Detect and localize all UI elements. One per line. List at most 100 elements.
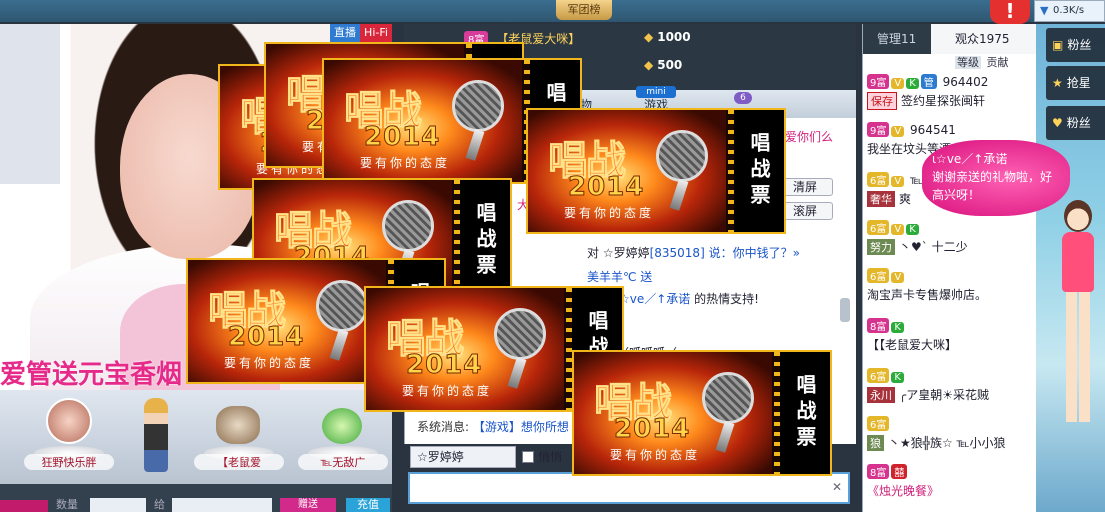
- microphone-icon: [452, 80, 504, 132]
- chat-input[interactable]: ✕: [408, 472, 850, 504]
- gift-category-button[interactable]: [0, 500, 48, 512]
- sort-by-contribution[interactable]: 贡献: [985, 56, 1011, 69]
- user-name: ╭ア皇朝☀采花贼: [899, 388, 989, 402]
- ticket-year: 2014: [405, 350, 483, 381]
- user-line: 奢华爽: [867, 190, 911, 207]
- fans-heart-label: 粉丝: [1066, 116, 1091, 130]
- ranking-coins: 1000: [644, 30, 690, 44]
- whisper-checkbox[interactable]: 悄悄: [522, 448, 562, 465]
- user-line: 狼丶★狼╬族☆ ℡小小狼: [867, 434, 1005, 451]
- chat-user-id[interactable]: [835018]: [650, 246, 705, 260]
- ticket-year: 2014: [567, 172, 645, 203]
- rank-badge: 6富: [867, 220, 890, 235]
- user-line: 永川 ╭ア皇朝☀采花贼: [867, 386, 989, 403]
- vip-badge: V: [891, 224, 905, 235]
- alert-icon[interactable]: !: [990, 0, 1030, 24]
- heart-icon: ♥: [1052, 116, 1063, 130]
- audience-avatar[interactable]: [110, 398, 200, 482]
- alien-avatar-icon: [322, 408, 362, 444]
- vip-badge: V: [891, 78, 905, 89]
- vip-badge: V: [891, 272, 905, 283]
- chat-text: 的热情支持!: [690, 292, 759, 306]
- ticket-slogan: 要有你的态度: [224, 356, 315, 370]
- legion-rank-tab[interactable]: 军团榜: [556, 0, 612, 20]
- live-badge: 直播: [330, 24, 360, 42]
- checkbox-icon: [522, 451, 534, 463]
- whisper-label: 悄悄: [538, 450, 563, 464]
- fans-label: 粉丝: [1067, 38, 1092, 52]
- user-tag: 永川: [867, 387, 895, 403]
- top-bar: 军团榜: [0, 0, 1105, 22]
- audience-avatar-stage: 狂野快乐胖 【老鼠爱 ℡无敌广: [0, 390, 392, 484]
- audience-list: 管理11 观众1975 等级 贡献 9富 V K 管 964402 保存 签约星探张闽轩…: [862, 24, 1037, 512]
- chat-line: ☆ve／↑承诺 的热情支持!: [619, 290, 759, 307]
- user-id: 964541: [910, 123, 956, 137]
- audience-row[interactable]: 9富 V K 管 964402 保存 签约星探张闽轩: [867, 74, 1035, 110]
- ticket-stub: 唱战票: [460, 180, 510, 302]
- rank-badge: 6富: [867, 172, 890, 187]
- sort-by-level[interactable]: 等级: [955, 56, 981, 69]
- chat-user[interactable]: ☆ve／↑承诺: [619, 292, 690, 306]
- rank-badge: 8富: [867, 318, 890, 333]
- recipient-select[interactable]: [172, 498, 272, 512]
- audience-tabs: 管理11 观众1975: [863, 24, 1037, 54]
- ticket-year: 2014: [363, 122, 441, 153]
- close-icon[interactable]: ✕: [832, 480, 842, 494]
- vip-badge: V: [891, 126, 905, 137]
- ticket-stub: 唱战票: [734, 110, 784, 232]
- microphone-icon: [494, 308, 546, 360]
- audience-row[interactable]: 8富囍 《烛光晚餐》: [867, 464, 1035, 498]
- recharge-button[interactable]: 充值: [346, 498, 390, 512]
- ticket-slogan: 要有你的态度: [564, 206, 655, 220]
- k-badge: K: [906, 224, 919, 235]
- audience-avatar[interactable]: 狂野快乐胖: [24, 398, 114, 482]
- grab-star-label: 抢星: [1066, 76, 1091, 90]
- k-badge: K: [906, 78, 919, 89]
- ticket-card: 唱战2014要有你的态度唱战票: [526, 108, 786, 234]
- avatar-name: 狂野快乐胖: [24, 454, 114, 470]
- user-name: 丶♥` 十二少: [899, 240, 968, 254]
- user-line: 保存 签约星探张闽轩: [867, 92, 985, 110]
- cartoon-boy-icon: [144, 398, 168, 472]
- audience-row[interactable]: 6富 K 永川 ╭ア皇朝☀采花贼: [867, 368, 1035, 403]
- audience-row[interactable]: 8富 K 【【老鼠爱大咪】: [867, 318, 1035, 352]
- audience-row[interactable]: 6富 V K 努力 丶♥` 十二少: [867, 220, 1035, 255]
- user-name: 【【老鼠爱大咪】: [867, 338, 958, 352]
- k-badge: K: [891, 372, 904, 383]
- audience-row[interactable]: 9富 V 964541 我坐在坟头等漂亮: [867, 122, 1035, 156]
- hifi-badge: Hi-Fi: [360, 24, 392, 42]
- microphone-icon: [656, 130, 708, 182]
- qty-label: 数量: [56, 498, 78, 511]
- avatar-name: ℡无敌广: [298, 454, 388, 470]
- ticket-year: 2014: [613, 414, 691, 445]
- system-link[interactable]: 【游戏】想你所想: [473, 420, 569, 434]
- audience-row[interactable]: 6富 V 淘宝声卡专售爆帅店。: [867, 268, 1035, 302]
- happiness-badge: 囍: [891, 464, 908, 479]
- chat-line: 美羊羊℃ 送: [587, 270, 653, 284]
- user-id: 964402: [942, 75, 989, 89]
- ranking-coins: 500: [644, 58, 682, 72]
- chat-line: 对 ☆罗婷婷[835018] 说：你中钱了？»: [587, 244, 800, 261]
- chat-scrollbar[interactable]: [840, 298, 850, 322]
- user-name: 签约星探张闽轩: [901, 94, 986, 108]
- microphone-icon: [702, 372, 754, 424]
- tab-admins[interactable]: 管理11: [877, 30, 916, 47]
- grab-star-button[interactable]: ★ 抢星: [1046, 66, 1105, 100]
- audience-row[interactable]: 6富 狼丶★狼╬族☆ ℡小小狼: [867, 416, 1035, 451]
- audience-avatar[interactable]: 【老鼠爱: [194, 398, 284, 482]
- avatar-photo: [46, 398, 92, 444]
- system-label: 系统消息:: [417, 420, 470, 434]
- ticket-slogan: 要有你的态度: [610, 448, 701, 462]
- user-tag: 狼: [867, 435, 884, 451]
- user-line: 《烛光晚餐》: [867, 482, 939, 499]
- recipient-select[interactable]: ☆罗婷婷: [410, 446, 516, 468]
- fans-button[interactable]: ▣ 粉丝: [1046, 28, 1105, 62]
- fans-heart-button[interactable]: ♥ 粉丝: [1046, 106, 1105, 140]
- gift-send-button[interactable]: 赠送: [280, 498, 336, 512]
- cartoon-girl-icon: [1052, 200, 1102, 430]
- girl-head: [1064, 200, 1092, 232]
- user-name: 《烛光晚餐》: [867, 484, 940, 498]
- tab-viewers[interactable]: 观众1975: [931, 24, 1037, 54]
- qty-input[interactable]: [90, 498, 146, 512]
- ticket-year: 2014: [227, 322, 305, 353]
